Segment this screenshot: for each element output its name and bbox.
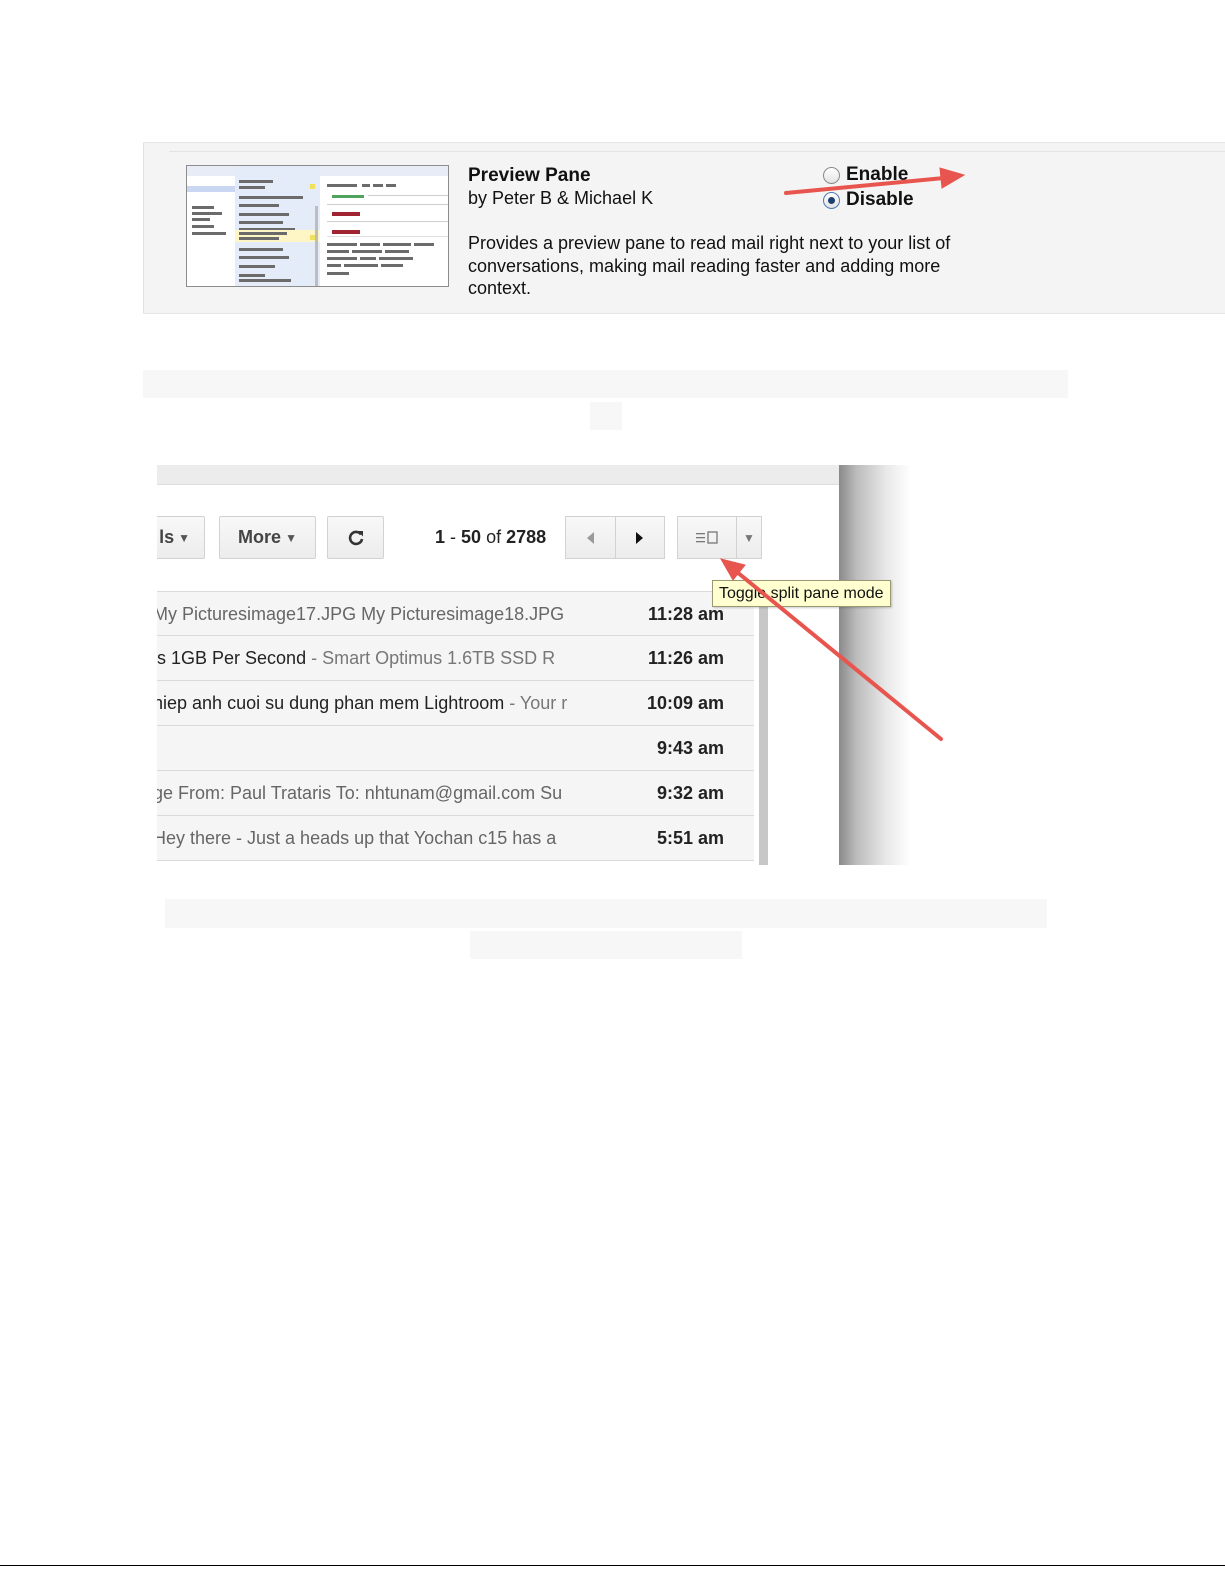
faded-line: [143, 370, 1068, 398]
message-preview: My Picturesimage17.JPG My Picturesimage1…: [157, 604, 593, 625]
message-row[interactable]: Hey there - Just a heads up that Yochan …: [157, 816, 754, 861]
message-subject: hiep anh cuoi su dung phan mem Lightroom: [157, 693, 505, 713]
top-strip: [157, 465, 840, 485]
message-row[interactable]: ge From: Paul Trataris To: nhtunam@gmail…: [157, 771, 754, 816]
message-row[interactable]: ls 1GB Per Second - Smart Optimus 1.6TB …: [157, 636, 754, 681]
message-snippet: My Picturesimage17.JPG My Picturesimage1…: [157, 604, 565, 624]
message-preview: ls 1GB Per Second - Smart Optimus 1.6TB …: [157, 648, 593, 669]
chevron-right-icon: [635, 531, 643, 544]
message-list: My Picturesimage17.JPG My Picturesimage1…: [157, 591, 754, 861]
labs-preview-pane-panel: Preview Pane by Peter B & Michael K Prov…: [143, 142, 1225, 314]
message-preview: ge From: Paul Trataris To: nhtunam@gmail…: [157, 783, 593, 804]
disable-radio[interactable]: [823, 191, 840, 209]
disable-label[interactable]: Disable: [846, 189, 914, 211]
older-button[interactable]: [615, 516, 665, 559]
split-pane-toggle[interactable]: ▼: [677, 516, 762, 559]
message-row[interactable]: hiep anh cuoi su dung phan mem Lightroom…: [157, 681, 754, 726]
newer-button[interactable]: [565, 516, 616, 559]
message-time: 9:32 am: [656, 783, 724, 803]
message-preview: Hey there - Just a heads up that Yochan …: [157, 828, 593, 849]
faded-line: [470, 931, 742, 959]
panel-left-rule: [143, 143, 144, 313]
more-button-label: More: [238, 527, 282, 547]
enable-option[interactable]: Enable: [823, 164, 908, 186]
count-of: of: [486, 527, 502, 547]
disable-option[interactable]: Disable: [823, 189, 914, 211]
message-snippet: ge From: Paul Trataris To: nhtunam@gmail…: [157, 783, 563, 803]
enable-label[interactable]: Enable: [846, 164, 908, 186]
enable-radio[interactable]: [823, 166, 840, 184]
message-preview: hiep anh cuoi su dung phan mem Lightroom…: [157, 693, 593, 714]
chevron-down-icon: ▼: [178, 530, 190, 545]
lab-description: Provides a preview pane to read mail rig…: [468, 233, 951, 298]
message-snippet: - Your r: [504, 693, 568, 713]
message-count: 1 - 50 of 2788: [435, 527, 547, 547]
faded-line: [590, 402, 622, 430]
message-subject: ls 1GB Per Second: [157, 648, 307, 668]
split-pane-tooltip: Toggle split pane mode: [712, 580, 891, 607]
preview-pane-thumbnail: [186, 165, 449, 287]
labels-button-label: ls: [159, 527, 175, 547]
message-row[interactable]: 9:43 am: [157, 726, 754, 771]
panel-inner-rule: [169, 151, 1225, 152]
chevron-left-icon: [587, 531, 595, 544]
message-time: 9:43 am: [656, 738, 724, 758]
message-time: 11:26 am: [647, 648, 724, 668]
scrollbar[interactable]: [759, 591, 768, 865]
pager: [565, 516, 665, 559]
chevron-down-icon: ▼: [743, 530, 755, 545]
labels-button[interactable]: ls ▼: [157, 516, 205, 559]
chevron-down-icon: ▼: [285, 530, 297, 545]
message-time: 5:51 am: [656, 828, 724, 848]
more-button[interactable]: More ▼: [219, 516, 316, 559]
split-pane-button[interactable]: [677, 516, 737, 559]
message-snippet: Hey there - Just a heads up that Yochan …: [157, 828, 557, 848]
page-bottom-rule: [0, 1565, 1225, 1566]
count-end: 50: [461, 527, 482, 547]
refresh-icon: [348, 530, 363, 545]
count-total: 2788: [506, 527, 547, 547]
message-time: 11:28 am: [647, 604, 724, 624]
message-time: 10:09 am: [646, 693, 724, 713]
lab-author: by Peter B & Michael K: [468, 188, 654, 208]
count-start: 1: [435, 527, 446, 547]
message-snippet: - Smart Optimus 1.6TB SSD R: [306, 648, 556, 668]
split-pane-icon: [696, 530, 718, 544]
gmail-inbox-crop: ls ▼ More ▼ 1 - 50 of 2788 ▼ My Pictures…: [157, 465, 840, 865]
split-pane-dropdown[interactable]: ▼: [737, 516, 762, 559]
lab-title: Preview Pane: [468, 165, 591, 186]
faded-line: [165, 899, 1047, 928]
window-shadow: [839, 465, 911, 865]
message-row[interactable]: My Picturesimage17.JPG My Picturesimage1…: [157, 591, 754, 636]
refresh-button[interactable]: [327, 516, 384, 559]
